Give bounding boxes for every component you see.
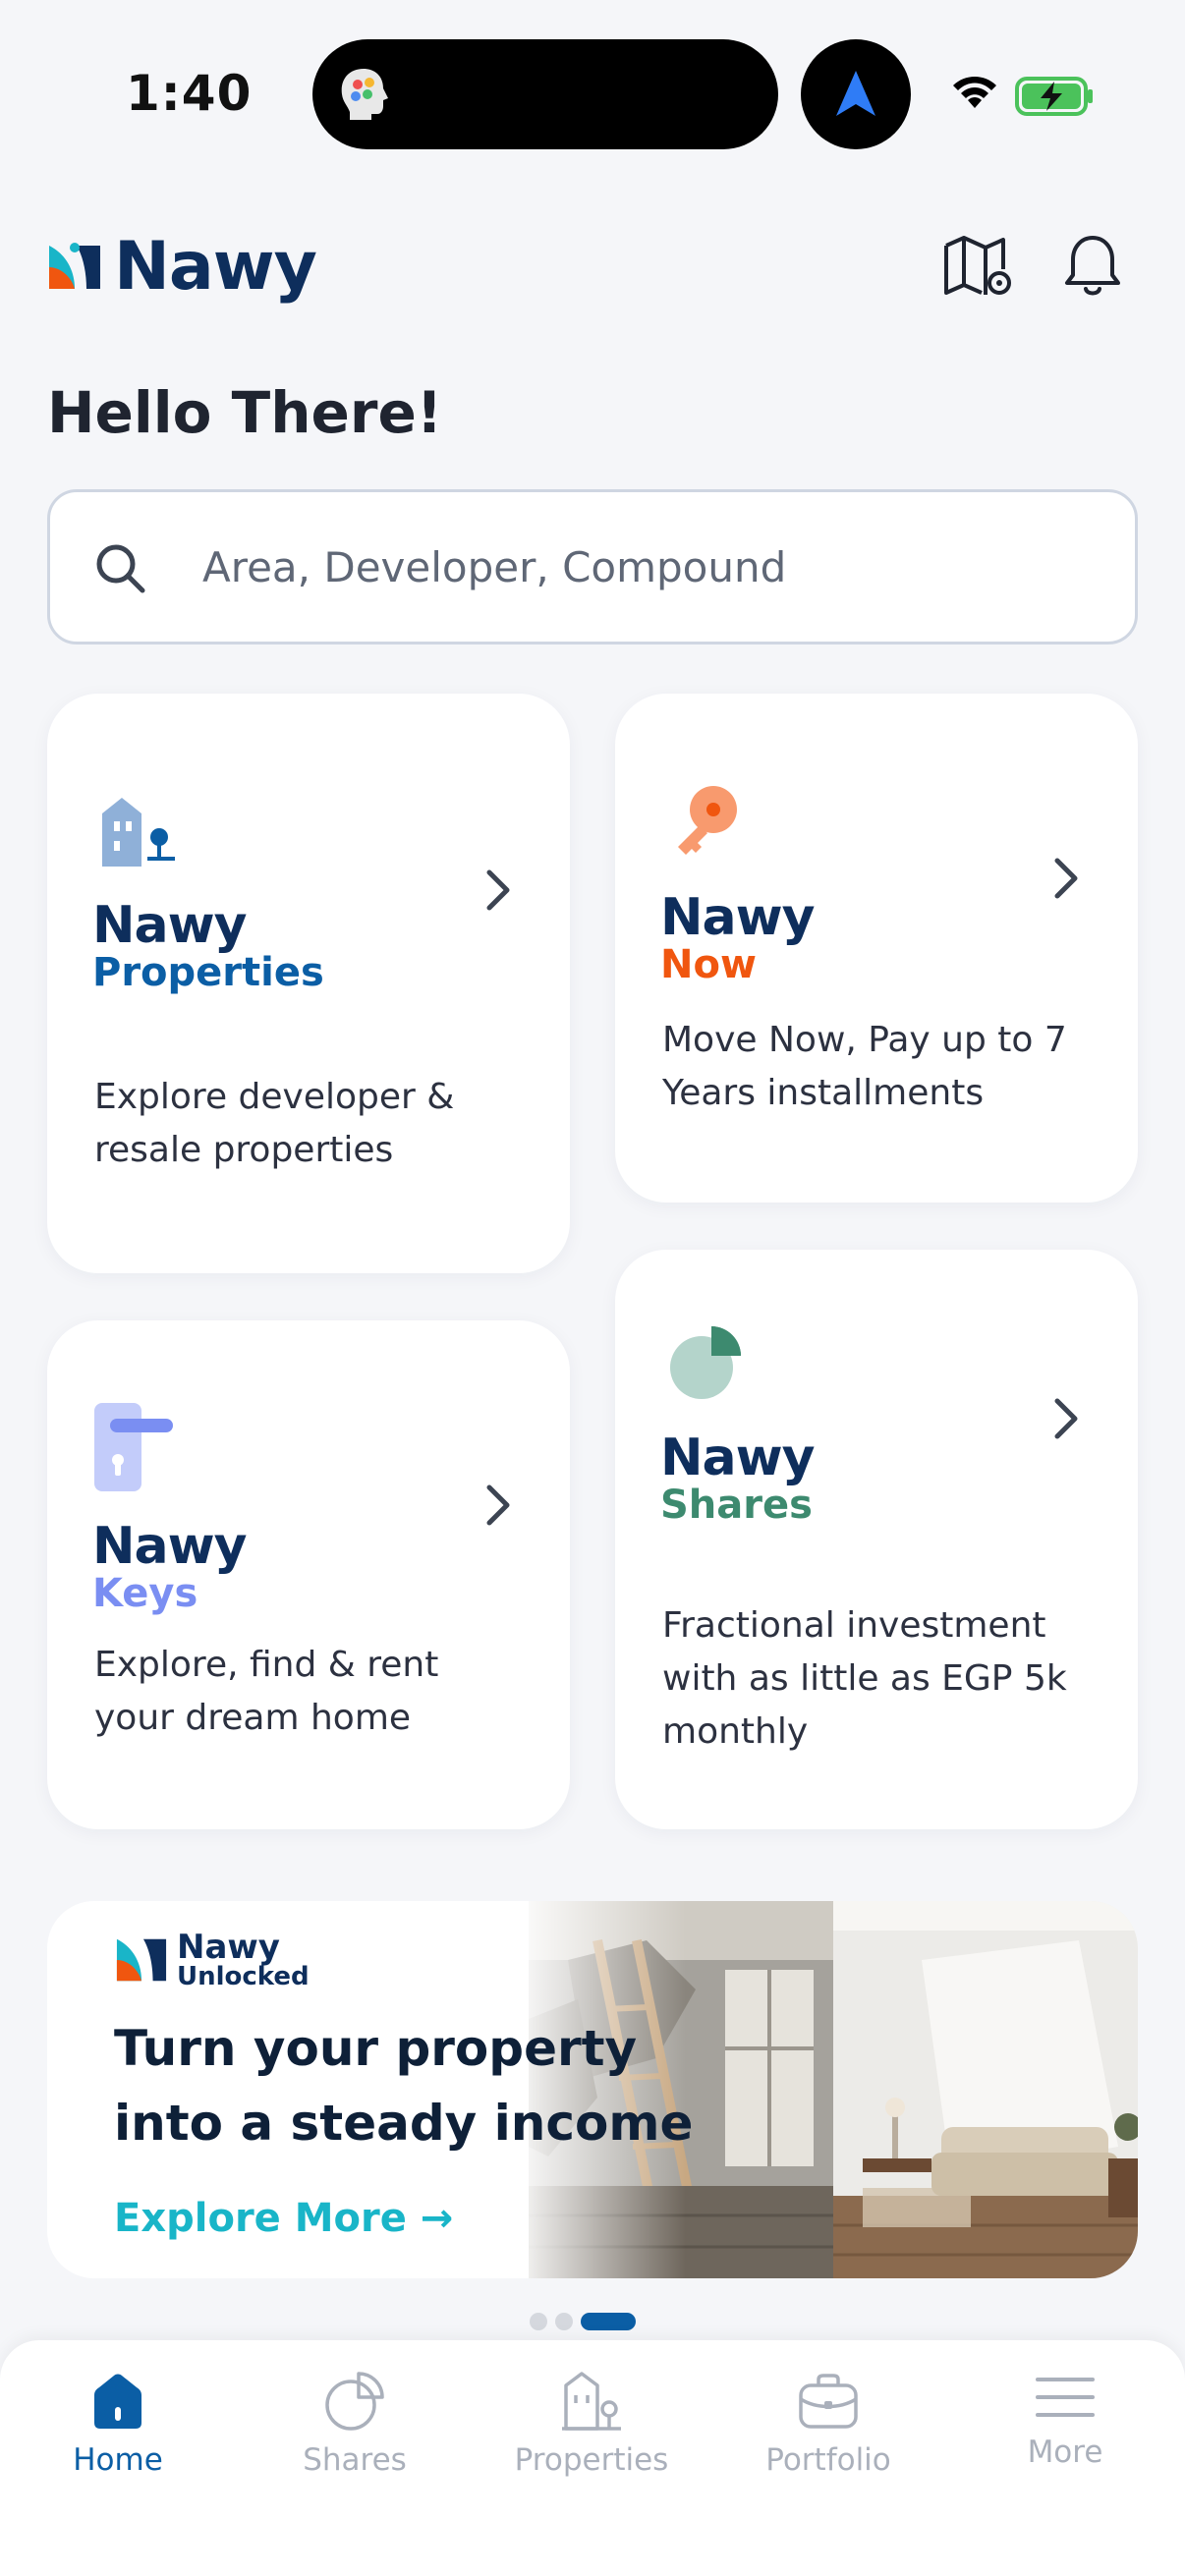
properties-brand: Nawy Properties [92,900,324,992]
brand-name: Nawy [92,1517,248,1576]
brand-name: Nawy [92,896,248,955]
map-icon [944,236,1011,295]
battery-charging-icon [1015,77,1093,116]
explore-more-link[interactable]: Explore More → [114,2196,453,2241]
tab-properties[interactable]: Properties [474,2370,709,2478]
building-icon [562,2372,621,2431]
search-input[interactable] [202,537,1087,596]
chevron-right-icon [1054,858,1078,899]
chevron-right-icon [486,869,510,911]
brand-name: Nawy [660,888,816,947]
search-bar[interactable] [47,489,1138,644]
nawy-unlocked-logo: Nawy Unlocked [114,1931,310,1989]
bell-icon [1065,236,1120,296]
tab-portfolio[interactable]: Portfolio [710,2370,946,2478]
home-icon [94,2374,141,2429]
carousel-dot-active[interactable] [581,2313,636,2330]
product-name: Unlocked [177,1962,310,1991]
wifi-icon [953,77,996,108]
tab-shares[interactable]: Shares [237,2370,473,2478]
tab-label: Portfolio [765,2442,891,2478]
tab-home[interactable]: Home [0,2370,236,2478]
shares-brand: Nawy Shares [660,1428,816,1528]
app-activity-icon [341,69,388,120]
brand-name: Nawy [177,1928,280,1967]
tab-label: More [1027,2435,1103,2470]
card-nawy-keys[interactable]: Nawy Keys Explore, find & rent your drea… [47,1320,570,1829]
brand-name: Nawy [114,228,317,306]
nawy-logo-mark-icon [116,1938,167,1982]
promo-banner-nawy-unlocked[interactable]: Nawy Unlocked Turn your property into a … [47,1901,1138,2278]
card-nawy-now[interactable]: Nawy Now Move Now, Pay up to 7 Years ins… [615,694,1138,1203]
nawy-logo: Nawy [47,228,317,306]
dynamic-island [312,39,778,149]
chevron-right-icon [1054,1398,1078,1439]
status-time: 1:40 [126,65,253,122]
notifications-button[interactable] [1053,228,1132,307]
carousel-dot[interactable] [555,2313,573,2330]
now-brand: Nawy Now [660,888,816,987]
card-description: Explore developer & resale properties [94,1077,455,1170]
keys-brand: Nawy Keys [92,1517,248,1616]
menu-icon [1036,2378,1095,2417]
carousel-dot[interactable] [530,2313,547,2330]
card-nawy-properties[interactable]: Nawy Properties Explore developer & resa… [47,694,570,1273]
tab-label: Properties [514,2442,669,2478]
bottom-tab-bar: Home Shares Properties Portfolio More [0,2340,1185,2576]
card-description: Move Now, Pay up to 7 Years installments [662,1020,1067,1113]
nawy-logo-mark-icon [49,242,100,289]
banner-headline: Turn your property into a steady income [114,2020,694,2152]
tab-label: Shares [303,2442,407,2478]
product-name: Now [660,942,757,987]
briefcase-icon [799,2374,858,2429]
key-icon [678,786,737,855]
pie-chart-icon [325,2372,384,2431]
map-button[interactable] [938,228,1017,307]
product-name: Shares [660,1483,813,1528]
building-icon [102,798,175,867]
door-handle-icon [94,1403,173,1491]
tab-more[interactable]: More [947,2370,1183,2470]
greeting-title: Hello There! [47,379,443,446]
location-arrow-icon [836,71,875,116]
carousel-indicator [530,2313,636,2330]
card-description: Explore, find & rent your dream home [94,1645,439,1738]
pie-chart-icon [670,1326,741,1399]
card-description: Fractional investment with as little as … [662,1605,1067,1752]
brand-name: Nawy [660,1428,816,1487]
chevron-right-icon [486,1484,510,1526]
navigation-indicator [801,39,911,149]
product-name: Properties [92,950,324,995]
status-bar: 1:40 [0,0,1185,187]
tab-label: Home [73,2442,163,2478]
search-icon [96,544,145,593]
card-nawy-shares[interactable]: Nawy Shares Fractional investment with a… [615,1250,1138,1829]
product-name: Keys [92,1571,198,1616]
